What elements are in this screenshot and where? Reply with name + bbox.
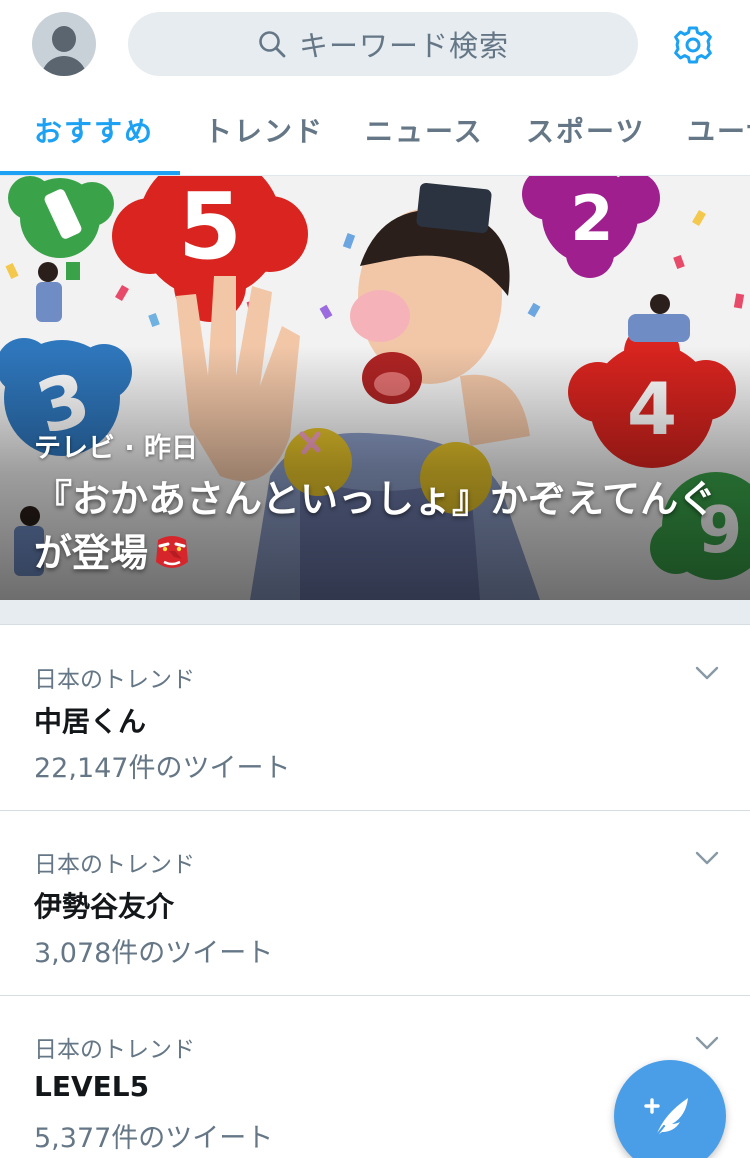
gear-icon[interactable] [670, 22, 716, 68]
tab-recommended[interactable]: おすすめ [34, 92, 154, 175]
story-headline: 『おかあさんといっしょ』かぞえてんぐが登場 [34, 472, 724, 580]
trend-context: 日本のトレンド [34, 1037, 195, 1063]
trend-name: 中居くん [34, 705, 147, 738]
tab-news[interactable]: ニュース [365, 92, 484, 175]
tab-sports[interactable]: スポーツ [526, 92, 645, 175]
avatar-body [41, 56, 87, 76]
chevron-down-icon[interactable] [694, 664, 720, 682]
trend-context: 日本のトレンド [34, 852, 195, 878]
trend-context: 日本のトレンド [34, 667, 195, 693]
active-tab-indicator [0, 171, 180, 175]
explore-screen: キーワード検索 おすすめ トレンド ニュース スポーツ ユーザー [0, 0, 750, 1158]
trend-tweet-count: 5,377件のツイート [34, 1123, 274, 1154]
trend-item[interactable]: 日本のトレンド 伊勢谷友介 3,078件のツイート [0, 811, 750, 996]
story-headline-text: 『おかあさんといっしょ』かぞえてんぐが登場 [34, 477, 717, 575]
section-separator [0, 600, 750, 625]
story-category-time: テレビ · 昨日 [34, 433, 199, 464]
top-header: キーワード検索 [0, 0, 750, 90]
tengu-mask-icon [156, 536, 189, 568]
chevron-down-icon[interactable] [694, 849, 720, 867]
tab-users[interactable]: ユーザー [687, 92, 750, 175]
tab-trends[interactable]: トレンド [204, 92, 324, 175]
avatar-head [52, 26, 76, 52]
trend-tweet-count: 3,078件のツイート [34, 938, 274, 969]
search-icon [259, 31, 286, 58]
trend-name: 伊勢谷友介 [34, 890, 175, 923]
trend-tweet-count: 22,147件のツイート [34, 753, 291, 784]
compose-tweet-icon [644, 1098, 688, 1138]
featured-story-card[interactable]: 5 2 3 4 [0, 176, 750, 600]
trend-item[interactable]: 日本のトレンド 中居くん 22,147件のツイート [0, 626, 750, 811]
search-placeholder: キーワード検索 [298, 29, 509, 63]
explore-tabs: おすすめ トレンド ニュース スポーツ ユーザー [0, 92, 750, 176]
search-input[interactable]: キーワード検索 [128, 12, 638, 76]
chevron-down-icon[interactable] [694, 1034, 720, 1052]
avatar[interactable] [32, 12, 96, 76]
trend-name: LEVEL5 [34, 1070, 150, 1103]
